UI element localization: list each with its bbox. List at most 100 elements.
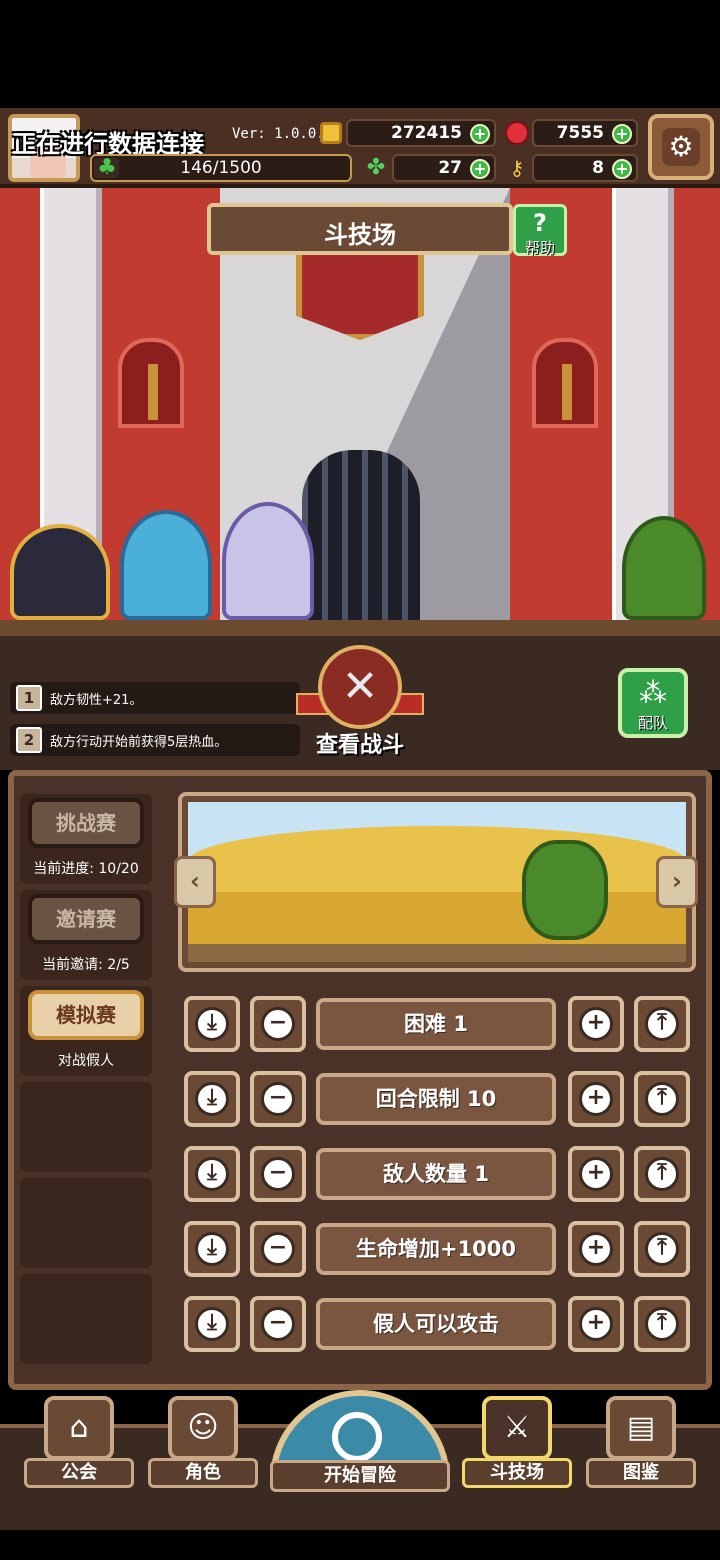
status-bar bbox=[0, 0, 720, 108]
set-max-button[interactable]: ⤒ bbox=[634, 1146, 690, 1202]
mode-invitational: 邀请赛 当前邀请: 2/5 bbox=[20, 890, 152, 980]
decrease-button[interactable]: − bbox=[250, 996, 306, 1052]
arena-gate bbox=[302, 450, 420, 632]
question-icon: ? bbox=[533, 209, 547, 237]
arrow-to-bottom-icon: ⤓ bbox=[195, 1007, 229, 1041]
set-min-button[interactable]: ⤓ bbox=[184, 1146, 240, 1202]
page-title: 斗技场 bbox=[324, 221, 396, 249]
set-min-button[interactable]: ⤓ bbox=[184, 1221, 240, 1277]
gold-value: 272415 bbox=[391, 123, 462, 143]
increase-button[interactable]: + bbox=[568, 996, 624, 1052]
set-min-button[interactable]: ⤓ bbox=[184, 1071, 240, 1127]
stamina-bar: ♣ 146/1500 bbox=[90, 154, 352, 182]
add-gem-button[interactable]: + bbox=[612, 124, 632, 144]
sword-decoration bbox=[562, 364, 572, 420]
clover-counter: 27 + bbox=[392, 154, 496, 182]
book-icon: ▤ bbox=[606, 1396, 676, 1460]
set-max-button[interactable]: ⤒ bbox=[634, 1071, 690, 1127]
decrease-button[interactable]: − bbox=[250, 1221, 306, 1277]
minus-icon: − bbox=[261, 1232, 295, 1266]
training-dummy-sprite bbox=[522, 840, 608, 940]
simulation-mode-button[interactable]: 模拟赛 bbox=[28, 990, 144, 1040]
hp-bonus-label: 生命增加+1000 bbox=[316, 1223, 556, 1275]
bottom-nav: ⌂ 公会 ☺ 角色 开始冒险 ⚔ 斗技场 ▤ 图鉴 bbox=[0, 1390, 720, 1560]
arrow-to-top-icon: ⤒ bbox=[645, 1307, 679, 1341]
set-min-button[interactable]: ⤓ bbox=[184, 996, 240, 1052]
key-icon: ⚷ bbox=[509, 156, 525, 180]
preview-ground bbox=[188, 944, 686, 962]
magnifier-icon bbox=[332, 1412, 382, 1462]
minus-icon: − bbox=[261, 1007, 295, 1041]
coin-icon bbox=[320, 122, 342, 144]
start-adventure-button[interactable]: 开始冒险 bbox=[270, 1390, 450, 1498]
plus-icon: + bbox=[579, 1307, 613, 1341]
decrease-button[interactable]: − bbox=[250, 1071, 306, 1127]
gold-counter: 272415 + bbox=[346, 119, 496, 147]
crossed-swords-icon: ✕ bbox=[318, 645, 402, 729]
plus-icon: + bbox=[579, 1007, 613, 1041]
add-clover-button[interactable]: + bbox=[470, 159, 490, 179]
increase-button[interactable]: + bbox=[568, 1146, 624, 1202]
set-max-button[interactable]: ⤒ bbox=[634, 1296, 690, 1352]
setting-row: ⤓ − 困难 1 + ⤒ bbox=[182, 996, 690, 1054]
nav-guild[interactable]: ⌂ 公会 bbox=[24, 1396, 134, 1496]
add-gold-button[interactable]: + bbox=[470, 124, 490, 144]
increase-button[interactable]: + bbox=[568, 1071, 624, 1127]
team-setup-button[interactable]: ⁂ 配队 bbox=[618, 668, 688, 738]
key-value: 8 bbox=[592, 158, 604, 178]
setting-row: ⤓ − 回合限制 10 + ⤒ bbox=[182, 1071, 690, 1129]
ground bbox=[0, 620, 720, 632]
add-key-button[interactable]: + bbox=[612, 159, 632, 179]
increase-button[interactable]: + bbox=[568, 1296, 624, 1352]
hero-witch bbox=[10, 524, 110, 620]
decrease-button[interactable]: − bbox=[250, 1146, 306, 1202]
enemy-count-label: 敌人数量 1 bbox=[316, 1148, 556, 1200]
guild-building-icon: ⌂ bbox=[44, 1396, 114, 1460]
plus-icon: + bbox=[579, 1082, 613, 1116]
arrow-to-bottom-icon: ⤓ bbox=[195, 1232, 229, 1266]
nav-arena-label: 斗技场 bbox=[462, 1458, 572, 1488]
arrow-to-top-icon: ⤒ bbox=[645, 1082, 679, 1116]
invitational-mode-button[interactable]: 邀请赛 bbox=[28, 894, 144, 944]
buff-text: 敌方韧性+21。 bbox=[50, 692, 143, 708]
difficulty-label: 困难 1 bbox=[316, 998, 556, 1050]
view-battle-button[interactable]: ✕ 查看战斗 bbox=[296, 645, 424, 763]
help-label: 帮助 bbox=[524, 239, 555, 257]
hero-bunny-knight bbox=[222, 502, 314, 620]
setting-row: ⤓ − 生命增加+1000 + ⤒ bbox=[182, 1221, 690, 1279]
set-max-button[interactable]: ⤒ bbox=[634, 1221, 690, 1277]
plus-icon: + bbox=[579, 1157, 613, 1191]
buff-text: 敌方行动开始前获得5层热血。 bbox=[50, 734, 228, 750]
nav-codex[interactable]: ▤ 图鉴 bbox=[586, 1396, 696, 1496]
dummy-attack-label: 假人可以攻击 bbox=[316, 1298, 556, 1350]
buff-number: 1 bbox=[16, 685, 42, 711]
setting-row: ⤓ − 敌人数量 1 + ⤒ bbox=[182, 1146, 690, 1204]
challenge-mode-button[interactable]: 挑战赛 bbox=[28, 798, 144, 848]
turn-limit-label: 回合限制 10 bbox=[316, 1073, 556, 1125]
arrow-to-top-icon: ⤒ bbox=[645, 1007, 679, 1041]
version-label: Ver: 1.0.0.0 bbox=[232, 126, 334, 142]
sword-decoration bbox=[148, 364, 158, 420]
set-min-button[interactable]: ⤓ bbox=[184, 1296, 240, 1352]
settings-button[interactable]: ⚙ bbox=[648, 114, 714, 180]
preview-field bbox=[188, 892, 686, 944]
enemy-training-dummy bbox=[622, 516, 706, 620]
set-max-button[interactable]: ⤒ bbox=[634, 996, 690, 1052]
empty-mode-slot bbox=[20, 1178, 152, 1268]
start-adventure-label: 开始冒险 bbox=[270, 1460, 450, 1492]
decrease-button[interactable]: − bbox=[250, 1296, 306, 1352]
nav-character-label: 角色 bbox=[148, 1458, 258, 1488]
increase-button[interactable]: + bbox=[568, 1221, 624, 1277]
clover-value: 27 bbox=[438, 158, 462, 178]
next-opponent-button[interactable]: › bbox=[656, 856, 698, 908]
prev-opponent-button[interactable]: ‹ bbox=[174, 856, 216, 908]
nav-arena[interactable]: ⚔ 斗技场 bbox=[462, 1396, 572, 1496]
arena-title-banner: 斗技场 bbox=[207, 203, 513, 255]
buff-number: 2 bbox=[16, 727, 42, 753]
help-button[interactable]: ? 帮助 bbox=[513, 204, 567, 257]
arrow-to-top-icon: ⤒ bbox=[645, 1157, 679, 1191]
buff-item: 1 敌方韧性+21。 bbox=[10, 682, 300, 714]
nav-character[interactable]: ☺ 角色 bbox=[148, 1396, 258, 1496]
invitational-progress: 当前邀请: 2/5 bbox=[42, 957, 130, 973]
gem-counter: 7555 + bbox=[532, 119, 638, 147]
